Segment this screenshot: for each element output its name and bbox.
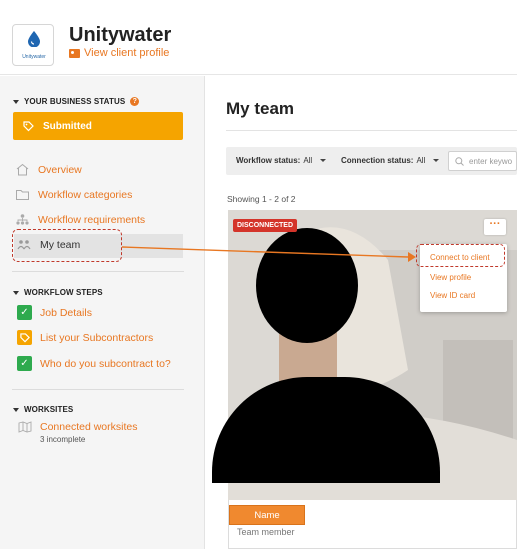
workflow-status-label: Workflow status: (236, 156, 301, 165)
worksites-incomplete-count: 3 incomplete (40, 435, 86, 444)
workflow-step-job-details[interactable]: ✓ Job Details (17, 305, 92, 320)
status-badge: DISCONNECTED (233, 219, 298, 232)
help-icon[interactable]: ? (130, 97, 140, 106)
client-logo: Unitywater (12, 24, 54, 66)
sidebar-item-overview[interactable]: Overview (15, 163, 82, 176)
collapse-caret-icon (13, 407, 19, 412)
search-placeholder: enter keywo (469, 156, 513, 166)
status-submitted-badge: Submitted (13, 112, 183, 140)
workflow-status-filter[interactable]: Workflow status: All (236, 156, 327, 165)
sidebar-item-connected-worksites[interactable]: Connected worksites 3 incomplete (18, 421, 137, 444)
tag-icon (23, 120, 34, 131)
title-divider (226, 130, 517, 131)
chevron-down-icon (433, 159, 440, 162)
tag-icon (17, 330, 32, 345)
sidebar-item-workflow-requirements[interactable]: Workflow requirements (15, 213, 145, 226)
menu-item-view-profile[interactable]: View profile (430, 273, 471, 282)
map-icon (18, 421, 32, 433)
view-client-profile-link[interactable]: View client profile (69, 47, 169, 59)
workflow-step-label: Who do you subcontract to? (40, 357, 171, 370)
folder-icon (16, 190, 29, 200)
sidebar-item-label: Workflow requirements (38, 213, 146, 226)
chevron-down-icon (320, 159, 327, 162)
workflow-steps-heading[interactable]: WORKFLOW STEPS (13, 288, 103, 297)
sidebar-divider (12, 389, 184, 390)
connection-status-filter[interactable]: Connection status: All (341, 156, 440, 165)
checkmark-icon: ✓ (17, 305, 32, 320)
redacted-face (256, 228, 358, 343)
home-icon (16, 163, 29, 176)
workflow-steps-title: WORKFLOW STEPS (24, 288, 103, 297)
workflow-status-value: All (303, 156, 313, 165)
sidebar-item-workflow-categories[interactable]: Workflow categories (15, 188, 132, 201)
workflow-step-label: List your Subcontractors (40, 331, 154, 344)
client-header: Unitywater Unitywater View client profil… (0, 0, 517, 75)
worksites-heading[interactable]: WORKSITES (13, 405, 73, 414)
workflow-step-who-subcontract[interactable]: ✓ Who do you subcontract to? (17, 356, 171, 371)
business-status-heading[interactable]: YOUR BUSINESS STATUS ? (13, 97, 140, 106)
connected-worksites-label: Connected worksites (40, 421, 138, 433)
sidebar-item-label: Workflow categories (38, 188, 133, 201)
results-count: Showing 1 - 2 of 2 (227, 194, 296, 204)
view-client-profile-label: View client profile (84, 47, 170, 59)
status-label: Submitted (43, 120, 92, 132)
business-status-title: YOUR BUSINESS STATUS (24, 97, 126, 106)
logo-text: Unitywater (22, 54, 46, 60)
menu-item-view-id-card[interactable]: View ID card (430, 291, 475, 300)
workflow-step-list-subcontractors[interactable]: List your Subcontractors (17, 330, 153, 345)
worksites-title: WORKSITES (24, 405, 74, 414)
sidebar-divider (12, 271, 184, 272)
connection-status-value: All (416, 156, 426, 165)
search-input[interactable]: enter keywo (448, 151, 517, 171)
annotation-highlight-connect (416, 244, 505, 267)
client-name: Unitywater (69, 24, 172, 46)
hierarchy-icon (16, 214, 29, 225)
more-options-button[interactable]: ··· (484, 219, 506, 235)
checkmark-icon: ✓ (17, 356, 32, 371)
sidebar-item-label: Overview (38, 163, 82, 176)
page-title: My team (226, 99, 295, 118)
search-icon (455, 156, 464, 166)
collapse-caret-icon (13, 99, 19, 104)
collapse-caret-icon (13, 290, 19, 295)
member-name[interactable]: Name (229, 505, 305, 525)
profile-card-icon (69, 48, 80, 58)
annotation-highlight-my-team (12, 229, 122, 262)
water-drop-icon (28, 31, 40, 47)
connection-status-label: Connection status: (341, 156, 414, 165)
workflow-step-label: Job Details (40, 306, 92, 319)
member-role: Team member (237, 527, 295, 537)
